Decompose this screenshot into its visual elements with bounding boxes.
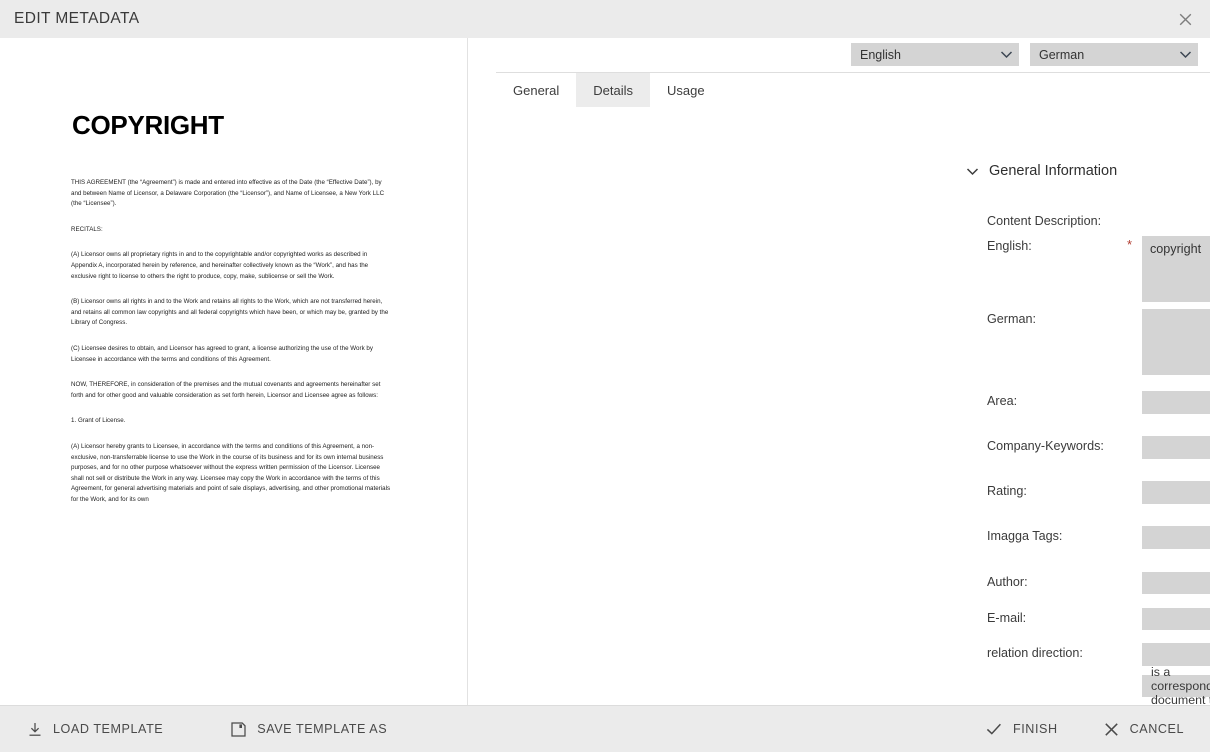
company-keywords-select[interactable]	[1142, 436, 1210, 459]
imagga-tags-label: Imagga Tags:	[987, 529, 1063, 543]
relation-chip-label: is a corresponding document to	[1151, 665, 1210, 705]
rating-label: Rating:	[987, 484, 1027, 498]
page-title: EDIT METADATA	[14, 10, 140, 27]
field-row-relation-chip: is a corresponding document to	[987, 665, 1210, 705]
secondary-language-value: German	[1039, 47, 1085, 62]
field-row-company-keywords: Company-Keywords:	[987, 436, 1210, 459]
tab-usage[interactable]: Usage	[650, 73, 722, 107]
edit-metadata-dialog: EDIT METADATA COPYRIGHT THIS AGREEMENT (…	[0, 0, 1210, 752]
save-template-as-label: SAVE TEMPLATE AS	[257, 722, 388, 736]
imagga-tags-select[interactable]	[1142, 526, 1210, 549]
section-title: General Information	[989, 163, 1118, 179]
document-page: COPYRIGHT THIS AGREEMENT (the “Agreement…	[0, 38, 467, 705]
dialog-footer: LOAD TEMPLATE SAVE TEMPLATE AS FINISH CA…	[0, 706, 1210, 752]
cancel-button[interactable]: CANCEL	[1098, 717, 1190, 742]
english-description-textarea[interactable]: copyright	[1142, 236, 1210, 302]
document-preview-pane: COPYRIGHT THIS AGREEMENT (the “Agreement…	[0, 38, 468, 705]
document-paragraph: (A) Licensor hereby grants to Licensee, …	[71, 442, 391, 503]
document-paragraph: (A) Licensor owns all proprietary rights…	[71, 251, 369, 280]
field-row-relation-direction: relation direction:	[987, 643, 1210, 666]
close-icon[interactable]	[1172, 6, 1198, 32]
field-row-email: E-mail:	[987, 608, 1210, 630]
tab-bar: General Details Usage	[496, 72, 1210, 107]
document-paragraph: (B) Licensor owns all rights in and to t…	[71, 298, 389, 327]
required-asterisk: *	[1127, 237, 1133, 252]
footer-right-actions: FINISH CANCEL	[980, 717, 1190, 742]
dialog-titlebar: EDIT METADATA	[0, 0, 1210, 38]
email-label: E-mail:	[987, 611, 1027, 625]
download-icon	[28, 722, 42, 737]
tab-details[interactable]: Details	[576, 73, 650, 107]
author-label: Author:	[987, 575, 1028, 589]
secondary-language-select[interactable]: German	[1030, 43, 1198, 66]
relation-direction-label: relation direction:	[987, 646, 1083, 660]
primary-language-value: English	[860, 47, 901, 62]
rating-select[interactable]	[1142, 481, 1210, 504]
field-row-german: German:	[987, 309, 1210, 375]
document-paragraph: NOW, THEREFORE, in consideration of the …	[71, 381, 381, 399]
footer-left-actions: LOAD TEMPLATE SAVE TEMPLATE AS	[22, 717, 393, 742]
load-template-button[interactable]: LOAD TEMPLATE	[22, 717, 169, 742]
load-template-label: LOAD TEMPLATE	[53, 722, 164, 736]
english-label: English:	[987, 239, 1032, 253]
chevron-down-icon	[1179, 50, 1192, 59]
language-select-row: English German	[851, 43, 1198, 66]
primary-language-select[interactable]: English	[851, 43, 1019, 66]
document-text-block: THIS AGREEMENT (the “Agreement”) is made…	[71, 178, 393, 520]
chevron-down-icon	[1000, 50, 1013, 59]
field-row-content-description: Content Description:	[987, 211, 1142, 228]
cancel-label: CANCEL	[1129, 722, 1184, 736]
dialog-body: COPYRIGHT THIS AGREEMENT (the “Agreement…	[0, 38, 1210, 706]
save-template-as-button[interactable]: SAVE TEMPLATE AS	[225, 717, 393, 742]
field-row-area: Area:	[987, 391, 1210, 414]
document-paragraph: (C) Licensee desires to obtain, and Lice…	[71, 344, 374, 363]
field-row-author: Author:	[987, 572, 1210, 594]
field-row-imagga-tags: Imagga Tags:	[987, 526, 1210, 549]
author-input[interactable]	[1142, 572, 1210, 594]
metadata-form-pane: English German General Details Usage Gen…	[468, 38, 1210, 705]
document-heading: COPYRIGHT	[72, 110, 224, 140]
form-fields: Content Description: English: * copyrigh…	[987, 208, 1210, 705]
tab-general[interactable]: General	[496, 73, 576, 107]
document-paragraph: 1. Grant of License.	[71, 417, 126, 425]
close-x-icon	[1104, 722, 1119, 737]
general-information-section-header[interactable]: General Information	[966, 163, 1117, 179]
relation-chip[interactable]: is a corresponding document to	[1142, 665, 1210, 705]
finish-label: FINISH	[1013, 722, 1058, 736]
field-row-rating: Rating:	[987, 481, 1210, 504]
email-input[interactable]	[1142, 608, 1210, 630]
finish-button[interactable]: FINISH	[980, 717, 1064, 741]
content-description-label: Content Description:	[987, 214, 1102, 228]
german-description-textarea[interactable]	[1142, 309, 1210, 375]
check-icon	[986, 722, 1002, 736]
german-label: German:	[987, 312, 1036, 326]
company-keywords-label: Company-Keywords:	[987, 439, 1104, 453]
area-label: Area:	[987, 394, 1018, 408]
save-floppy-icon	[231, 721, 246, 737]
document-paragraph: RECITALS:	[71, 225, 103, 233]
relation-direction-select[interactable]	[1142, 643, 1210, 666]
area-select[interactable]	[1142, 391, 1210, 414]
document-paragraph: THIS AGREEMENT (the “Agreement”) is made…	[71, 179, 385, 208]
relation-chip-spacer	[987, 675, 1142, 678]
field-row-english: English: * copyright	[987, 236, 1210, 302]
chevron-down-icon	[966, 167, 979, 176]
